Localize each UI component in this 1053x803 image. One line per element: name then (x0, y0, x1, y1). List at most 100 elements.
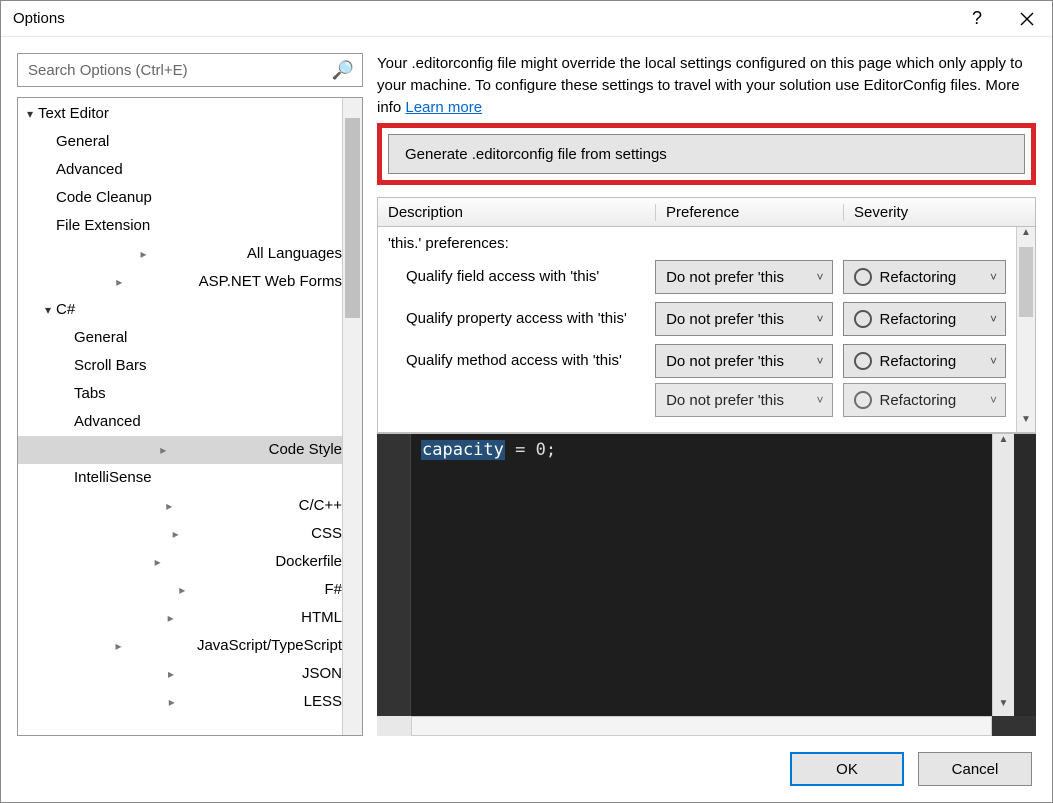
tree-item-css[interactable]: CSS (18, 520, 342, 548)
tree-item-label: General (56, 128, 109, 156)
learn-more-link[interactable]: Learn more (405, 99, 482, 116)
tree-item-intellisense[interactable]: IntelliSense (18, 464, 342, 492)
code-vscrollbar[interactable]: ▲▼ (992, 434, 1014, 716)
tree-item-all-languages[interactable]: All Languages (18, 240, 342, 268)
scroll-down-icon[interactable]: ▼ (1017, 414, 1035, 432)
preference-row: Qualify field access with 'this' Do not p… (378, 256, 1016, 298)
preference-dropdown[interactable]: Do not prefer 'this (655, 344, 832, 378)
preference-dropdown[interactable]: Do not prefer 'this (655, 302, 832, 336)
pref-description: Qualify field access with 'this' (406, 267, 645, 287)
tree-item-f-[interactable]: F# (18, 576, 342, 604)
dialog-buttons: OK Cancel (1, 736, 1052, 802)
severity-none-icon (854, 310, 872, 328)
code-editor[interactable]: capacity = 0; (411, 434, 992, 716)
severity-dropdown[interactable]: Refactoring (843, 344, 1007, 378)
tree-item-label: IntelliSense (74, 464, 152, 492)
col-description[interactable]: Description (378, 204, 656, 221)
ok-button[interactable]: OK (790, 752, 904, 786)
tree-item-label: Code Cleanup (56, 184, 152, 212)
tree-expander-icon[interactable] (40, 660, 302, 688)
generate-button-label: Generate .editorconfig file from setting… (405, 146, 667, 163)
severity-dropdown[interactable]: Refactoring (843, 383, 1007, 417)
scrollbar-thumb[interactable] (1019, 247, 1033, 317)
tree-item-tabs[interactable]: Tabs (18, 380, 342, 408)
cancel-label: Cancel (952, 761, 999, 778)
tree-expander-icon[interactable] (40, 632, 197, 660)
tree-item-label: Dockerfile (275, 548, 342, 576)
scrollbar-thumb[interactable] (345, 118, 360, 318)
tree-expander-icon[interactable] (22, 100, 38, 128)
close-button[interactable] (1002, 1, 1052, 37)
tree-expander-icon[interactable] (58, 436, 269, 464)
tree-expander-icon[interactable] (40, 492, 299, 520)
grid-body: 'this.' preferences: Qualify field acces… (377, 227, 1036, 433)
help-button[interactable]: ? (952, 1, 1002, 37)
cancel-button[interactable]: Cancel (918, 752, 1032, 786)
tree-item-label: CSS (311, 520, 342, 548)
tree-item-code-style[interactable]: Code Style (18, 436, 342, 464)
scroll-up-icon[interactable]: ▲ (1017, 227, 1035, 245)
tree-item-label: Code Style (269, 436, 342, 464)
tree-item-html[interactable]: HTML (18, 604, 342, 632)
tree-item-label: JavaScript/TypeScript (197, 632, 342, 660)
tree-item-c-c-[interactable]: C/C++ (18, 492, 342, 520)
code-preview: capacity = 0; ▲▼ (377, 433, 1036, 736)
tree-item-dockerfile[interactable]: Dockerfile (18, 548, 342, 576)
severity-dropdown[interactable]: Refactoring (843, 302, 1007, 336)
window-title: Options (13, 10, 952, 27)
tree-item-label: ASP.NET Web Forms (199, 268, 342, 296)
tree-item-advanced[interactable]: Advanced (18, 156, 342, 184)
code-overview-ruler (1014, 434, 1036, 716)
tree-item-label: All Languages (247, 240, 342, 268)
content-area: 🔍 Text EditorGeneralAdvancedCode Cleanup… (1, 37, 1052, 736)
code-hscrollbar[interactable] (377, 716, 1036, 736)
tree-expander-icon[interactable] (40, 520, 311, 548)
tree-item-file-extension[interactable]: File Extension (18, 212, 342, 240)
severity-value: Refactoring (880, 311, 957, 328)
tree-item-less[interactable]: LESS (18, 688, 342, 716)
tree-item-json[interactable]: JSON (18, 660, 342, 688)
options-tree[interactable]: Text EditorGeneralAdvancedCode CleanupFi… (18, 98, 342, 735)
tree-item-code-cleanup[interactable]: Code Cleanup (18, 184, 342, 212)
tree-item-text-editor[interactable]: Text Editor (18, 100, 342, 128)
tree-expander-icon[interactable] (40, 604, 301, 632)
grid-scrollbar[interactable]: ▲ ▼ (1016, 227, 1036, 432)
preference-dropdown[interactable]: Do not prefer 'this (655, 260, 832, 294)
code-selection: capacity (421, 440, 505, 460)
search-icon: 🔍 (332, 60, 354, 81)
tree-item-label: C/C++ (299, 492, 342, 520)
preference-value: Do not prefer 'this (666, 392, 784, 409)
tree-item-scroll-bars[interactable]: Scroll Bars (18, 352, 342, 380)
tree-item-label: Scroll Bars (74, 352, 147, 380)
tree-item-c-[interactable]: C# (18, 296, 342, 324)
close-icon (1020, 12, 1034, 26)
tree-item-general[interactable]: General (18, 324, 342, 352)
tree-item-label: HTML (301, 604, 342, 632)
col-preference[interactable]: Preference (656, 204, 844, 221)
tree-expander-icon[interactable] (40, 548, 275, 576)
tree-item-label: Tabs (74, 380, 106, 408)
preference-dropdown[interactable]: Do not prefer 'this (655, 383, 832, 417)
tree-expander-icon[interactable] (40, 688, 304, 716)
tree-item-label: Text Editor (38, 100, 109, 128)
preference-value: Do not prefer 'this (666, 353, 784, 370)
tree-item-general[interactable]: General (18, 128, 342, 156)
col-severity[interactable]: Severity (844, 204, 1035, 221)
tree-item-advanced[interactable]: Advanced (18, 408, 342, 436)
generate-editorconfig-button[interactable]: Generate .editorconfig file from setting… (388, 134, 1025, 174)
code-rest: = 0; (505, 440, 556, 460)
severity-dropdown[interactable]: Refactoring (843, 260, 1007, 294)
pref-description: Qualify method access with 'this' (406, 351, 645, 371)
tree-item-javascript-typescript[interactable]: JavaScript/TypeScript (18, 632, 342, 660)
tree-scrollbar[interactable] (342, 98, 362, 735)
preference-row: Do not prefer 'this Refactoring (378, 382, 1016, 418)
pref-description: Qualify property access with 'this' (406, 309, 645, 329)
tree-expander-icon[interactable] (40, 296, 56, 324)
tree-expander-icon[interactable] (40, 240, 247, 268)
preference-row: Qualify property access with 'this' Do no… (378, 298, 1016, 340)
search-input[interactable] (26, 61, 332, 80)
tree-expander-icon[interactable] (40, 268, 199, 296)
search-box[interactable]: 🔍 (17, 53, 363, 87)
tree-item-asp-net-web-forms[interactable]: ASP.NET Web Forms (18, 268, 342, 296)
tree-expander-icon[interactable] (40, 576, 324, 604)
